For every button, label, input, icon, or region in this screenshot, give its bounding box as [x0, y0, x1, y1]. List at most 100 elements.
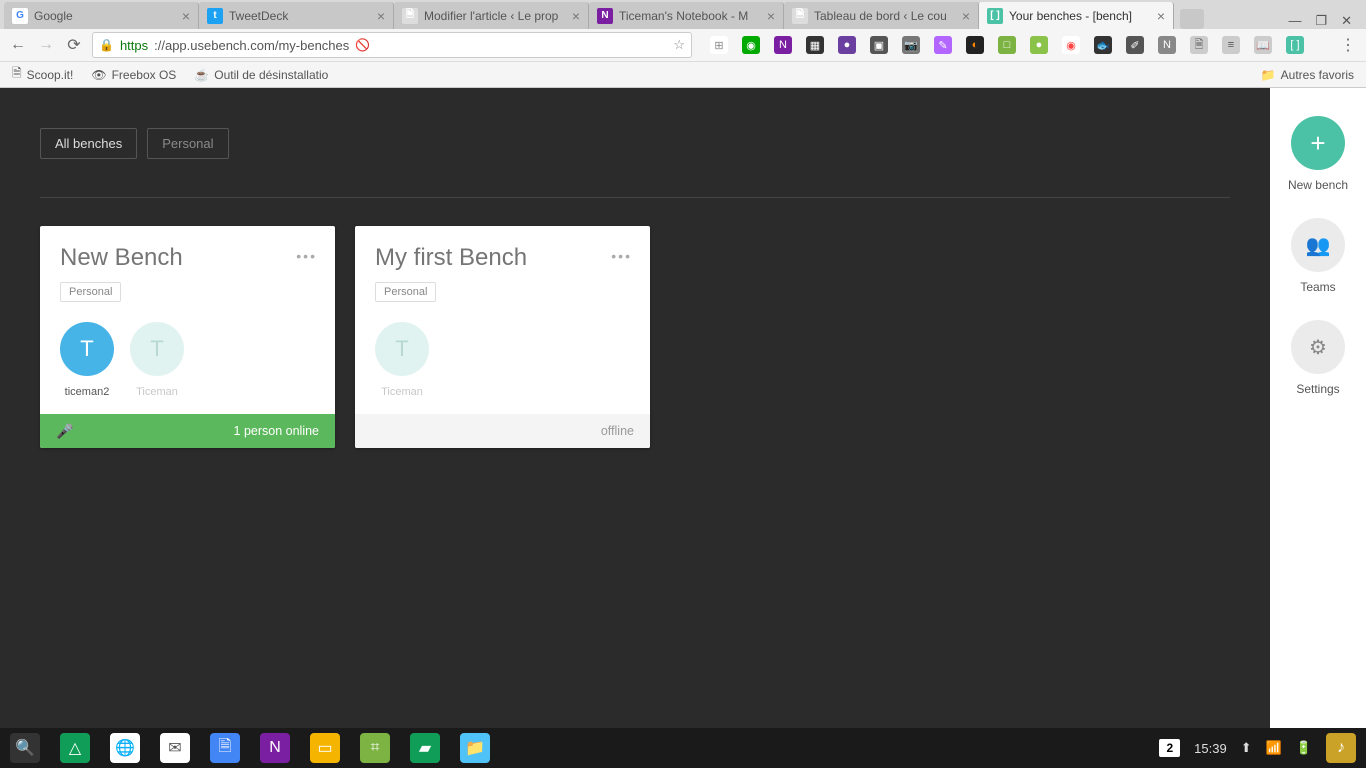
other-bookmarks[interactable]: 📁Autres favoris: [1261, 68, 1354, 82]
extension-icon[interactable]: ✎: [934, 36, 952, 54]
rail-settings[interactable]: ⚙Settings: [1291, 320, 1345, 396]
browser-tab[interactable]: [ ]Your benches - [bench]×: [979, 2, 1174, 29]
minimize-button[interactable]: ―: [1288, 13, 1301, 29]
system-tray: 2 15:39 ⬆ 📶 🔋 ♪: [1159, 733, 1356, 763]
member: TTiceman: [375, 322, 429, 398]
extension-icon[interactable]: ⊞: [710, 36, 728, 54]
extension-icon[interactable]: ✐: [1126, 36, 1144, 54]
tab-favicon: t: [207, 8, 223, 24]
new-tab-button[interactable]: [1180, 9, 1204, 29]
taskbar-app[interactable]: ▰: [410, 733, 440, 763]
lock-icon: 🔒: [99, 38, 114, 52]
app-page: All benches Personal New Bench Personal •••…: [0, 88, 1366, 728]
bench-tag: Personal: [375, 282, 436, 302]
bookmark-label: Scoop.it!: [27, 68, 74, 82]
extension-icon[interactable]: ●: [1030, 36, 1048, 54]
window-controls: ― ❐ ✕: [1274, 13, 1366, 29]
battery-icon[interactable]: 🔋: [1296, 740, 1312, 756]
filter-bar: All benches Personal: [40, 128, 1230, 159]
filter-personal[interactable]: Personal: [147, 128, 228, 159]
bookmark-label: Outil de désinstallatio: [214, 68, 328, 82]
mic-icon: 🎤: [56, 423, 73, 440]
close-icon[interactable]: ×: [767, 8, 775, 24]
bench-title: New Bench: [60, 244, 315, 272]
tray-app-icon[interactable]: ♪: [1326, 733, 1356, 763]
rail-teams[interactable]: 👥Teams: [1291, 218, 1345, 294]
rail-icon: +: [1291, 116, 1345, 170]
folder-icon: 📁: [1261, 68, 1276, 82]
card-menu-icon[interactable]: •••: [611, 248, 632, 264]
browser-tab[interactable]: 🗎Modifier l'article ‹ Le prop×: [394, 2, 589, 29]
extension-icon[interactable]: [ ]: [1286, 36, 1304, 54]
notification-badge[interactable]: 2: [1159, 739, 1180, 757]
card-head: My first Bench Personal •••: [355, 226, 650, 310]
extension-icon[interactable]: 📷: [902, 36, 920, 54]
maximize-button[interactable]: ❐: [1315, 13, 1327, 29]
extension-icon[interactable]: ▣: [870, 36, 888, 54]
bench-title: My first Bench: [375, 244, 630, 272]
extension-icon[interactable]: ▦: [806, 36, 824, 54]
extension-icon[interactable]: □: [998, 36, 1016, 54]
reload-button[interactable]: ⟳: [64, 35, 84, 55]
browser-tab[interactable]: tTweetDeck×: [199, 2, 394, 29]
rail-new-bench[interactable]: +New bench: [1288, 116, 1348, 192]
extension-icon[interactable]: N: [774, 36, 792, 54]
menu-button[interactable]: ⋮: [1338, 35, 1358, 55]
close-icon[interactable]: ×: [182, 8, 190, 24]
extension-icon[interactable]: ◉: [1062, 36, 1080, 54]
tab-title: Google: [34, 9, 178, 23]
forward-button[interactable]: →: [36, 36, 56, 54]
extension-icon[interactable]: 🗎: [1190, 36, 1208, 54]
taskbar-app[interactable]: 🗎: [210, 733, 240, 763]
taskbar-app[interactable]: N: [260, 733, 290, 763]
extension-icon[interactable]: 🐟: [1094, 36, 1112, 54]
extension-icon[interactable]: ≡: [1222, 36, 1240, 54]
tray-icon[interactable]: ⬆: [1241, 740, 1252, 756]
card-footer-offline: offline: [355, 414, 650, 448]
bookmark-item[interactable]: 👁Freebox OS: [91, 68, 176, 82]
offline-text: offline: [601, 424, 634, 438]
bookmarks-bar: 🗎Scoop.it! 👁Freebox OS ☕ Outil de désinstal…: [0, 62, 1366, 88]
close-window-button[interactable]: ✕: [1341, 13, 1352, 29]
extension-icon[interactable]: ●: [838, 36, 856, 54]
close-icon[interactable]: ×: [1157, 8, 1165, 24]
close-icon[interactable]: ×: [377, 8, 385, 24]
taskbar-app[interactable]: ⌗: [360, 733, 390, 763]
taskbar-app[interactable]: 📁: [460, 733, 490, 763]
card-menu-icon[interactable]: •••: [296, 248, 317, 264]
taskbar-app[interactable]: 🌐: [110, 733, 140, 763]
member-name: ticeman2: [60, 386, 114, 398]
bench-card[interactable]: New BenchPersonal•••Tticeman2TTiceman🎤1 …: [40, 226, 335, 448]
close-icon[interactable]: ×: [962, 8, 970, 24]
taskbar-app[interactable]: ▭: [310, 733, 340, 763]
right-rail: +New bench 👥Teams ⚙Settings: [1270, 88, 1366, 728]
clock: 15:39: [1194, 741, 1227, 756]
bookmark-item[interactable]: 🗎Scoop.it!: [12, 64, 73, 85]
extension-icon[interactable]: N: [1158, 36, 1176, 54]
back-button[interactable]: ←: [8, 36, 28, 54]
extension-icon[interactable]: ◐: [966, 36, 984, 54]
taskbar-app[interactable]: △: [60, 733, 90, 763]
bookmark-star-icon[interactable]: ☆: [673, 37, 685, 53]
browser-tab[interactable]: GGoogle×: [4, 2, 199, 29]
browser-tab[interactable]: 🗎Tableau de bord ‹ Le cou×: [784, 2, 979, 29]
extension-icon[interactable]: ◉: [742, 36, 760, 54]
url-scheme: https: [120, 38, 148, 53]
wifi-icon[interactable]: 📶: [1266, 740, 1282, 756]
browser-tab[interactable]: NTiceman's Notebook - M×: [589, 2, 784, 29]
members: Tticeman2TTiceman: [40, 310, 335, 414]
close-icon[interactable]: ×: [572, 8, 580, 24]
bookmark-icon: ☕: [194, 68, 209, 82]
filter-all-benches[interactable]: All benches: [40, 128, 137, 159]
site-block-icon[interactable]: 🚫: [355, 38, 370, 52]
tab-title: Tableau de bord ‹ Le cou: [814, 9, 958, 23]
extensions-tray: ⊞ ◉ N ▦ ● ▣ 📷 ✎ ◐ □ ● ◉ 🐟 ✐ N 🗎 ≡ 📖 [ ]: [710, 36, 1304, 54]
bench-card[interactable]: My first Bench Personal ••• TTiceman offline: [355, 226, 650, 448]
rail-icon: ⚙: [1291, 320, 1345, 374]
online-text: 1 person online: [234, 424, 319, 438]
address-bar[interactable]: 🔒 https://app.usebench.com/my-benches 🚫 …: [92, 32, 692, 58]
bookmark-item[interactable]: ☕ Outil de désinstallatio: [194, 68, 328, 82]
taskbar-app[interactable]: ✉: [160, 733, 190, 763]
extension-icon[interactable]: 📖: [1254, 36, 1272, 54]
taskbar-app[interactable]: 🔍: [10, 733, 40, 763]
